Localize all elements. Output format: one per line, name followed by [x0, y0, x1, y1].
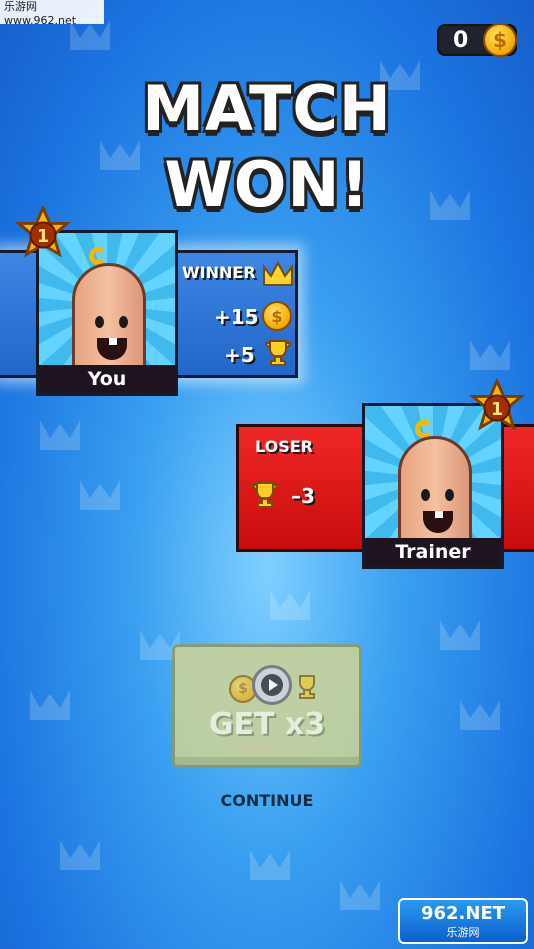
- logo-sub: 乐游网: [446, 925, 480, 939]
- site-logo: 962.NET 乐游网: [398, 898, 528, 944]
- loser-status: LOSER: [255, 437, 313, 456]
- trophy-icon: [264, 340, 292, 366]
- rank-badge-icon: 1: [468, 379, 526, 431]
- get-x3-label: GET x3: [208, 707, 326, 742]
- title-line-1: MATCH: [142, 72, 392, 145]
- coin-icon: $: [262, 301, 292, 331]
- trophy-icon: [251, 482, 279, 508]
- coin-count: 0: [453, 28, 469, 53]
- loser-name: Trainer: [365, 538, 501, 566]
- trophies-gain: +5: [224, 343, 255, 367]
- get-x3-button[interactable]: $ GET x3 WATCH AD: [172, 644, 362, 768]
- coin-icon: $: [483, 23, 517, 57]
- svg-text:1: 1: [491, 400, 503, 420]
- winner-status: WINNER: [182, 263, 256, 282]
- coins-gain: +15: [214, 305, 259, 329]
- trophy-icon: [299, 675, 315, 699]
- winner-name: You: [39, 365, 175, 393]
- crown-icon: [263, 260, 293, 286]
- logo-main: 962.NET: [420, 902, 506, 924]
- svg-text:1: 1: [37, 227, 49, 247]
- title-line-2: WON!: [164, 148, 370, 221]
- site-watermark: 乐游网 www.962.net: [0, 0, 104, 27]
- rank-badge-icon: 1: [14, 206, 72, 258]
- watch-ad-label: WATCH AD: [243, 743, 291, 752]
- play-icon: [252, 665, 292, 705]
- continue-button[interactable]: CONTINUE: [0, 791, 534, 810]
- trophies-change: –3: [291, 484, 315, 508]
